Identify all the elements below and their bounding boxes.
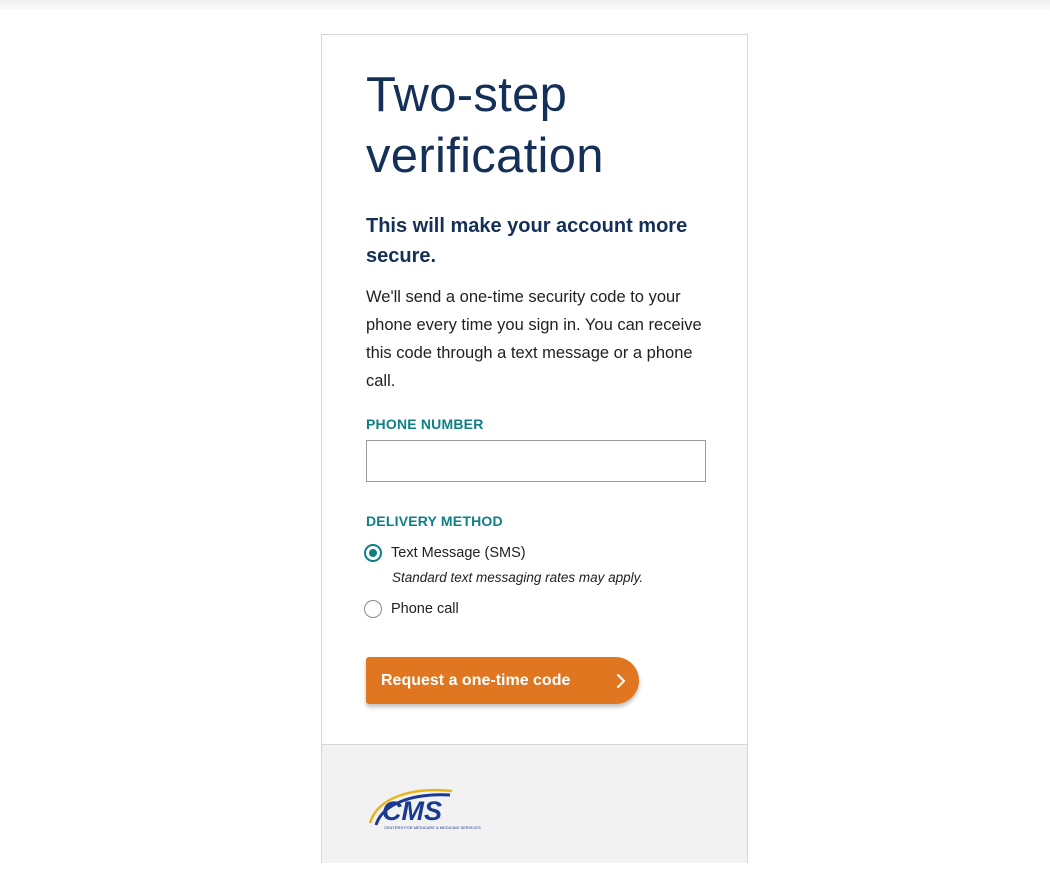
chevron-right-icon — [603, 673, 639, 689]
page-title: Two-step verification — [366, 68, 604, 183]
sms-rates-hint: Standard text messaging rates may apply. — [392, 570, 644, 585]
page-description: We'll send a one-time security code to y… — [366, 288, 702, 390]
verification-card: Two-step verification This will make you… — [321, 34, 748, 863]
request-code-button[interactable]: Request a one-time code — [366, 657, 639, 704]
delivery-option-phone-call[interactable]: Phone call — [364, 600, 459, 618]
card-content: Two-step verification This will make you… — [366, 65, 716, 395]
delivery-option-sms[interactable]: Text Message (SMS) — [364, 544, 526, 562]
cms-logo-subtext: CENTERS FOR MEDICARE & MEDICAID SERVICES — [384, 825, 481, 830]
phone-call-radio-button[interactable] — [364, 600, 382, 618]
page-subtitle: This will make your account more secure. — [366, 215, 688, 267]
card-footer: CMS CENTERS FOR MEDICARE & MEDICAID SERV… — [322, 744, 747, 863]
phone-number-input[interactable] — [366, 440, 706, 482]
phone-call-option-label: Phone call — [391, 601, 459, 617]
request-code-button-label: Request a one-time code — [381, 671, 571, 689]
delivery-method-label: DELIVERY METHOD — [366, 513, 503, 529]
sms-radio-button[interactable] — [364, 544, 382, 562]
sms-option-label: Text Message (SMS) — [391, 545, 526, 561]
cms-logo: CMS CENTERS FOR MEDICARE & MEDICAID SERV… — [368, 788, 481, 830]
phone-number-label: PHONE NUMBER — [366, 416, 484, 432]
top-bar — [0, 0, 1050, 9]
cms-logo-text: CMS — [382, 796, 442, 826]
